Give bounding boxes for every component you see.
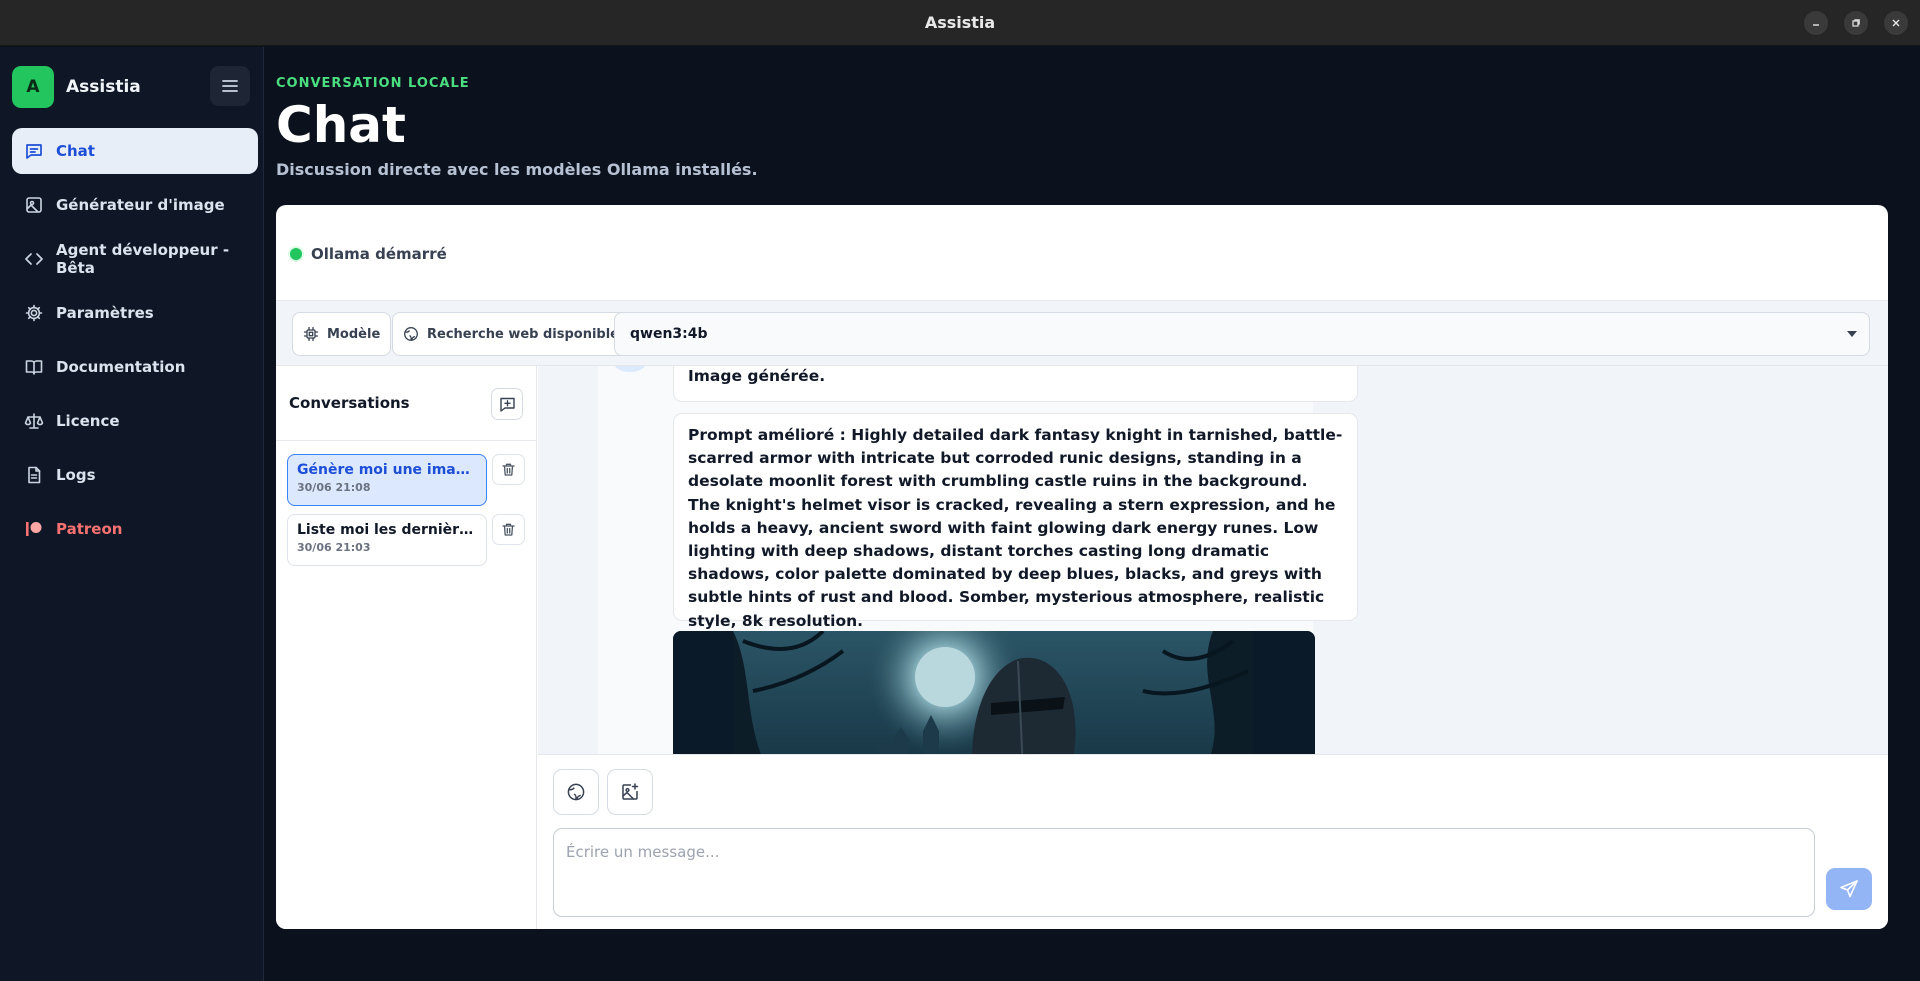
file-text-icon — [28, 466, 41, 484]
sidebar-item-label: Patreon — [56, 520, 123, 538]
sidebar-item-label: Licence — [56, 412, 120, 430]
image-plus-icon — [622, 783, 639, 800]
window-title: Assistia — [924, 13, 996, 32]
conversation-title: Liste moi les dernières a… — [297, 522, 477, 538]
chat-card: Ollama démarré Modèle Recherche web disp… — [276, 205, 1888, 929]
delete-conversation-button[interactable] — [492, 454, 525, 485]
minimize-button[interactable] — [1804, 11, 1828, 35]
close-button[interactable] — [1884, 11, 1908, 35]
sidebar-item-logs[interactable]: Logs — [12, 452, 258, 498]
message-plus-icon — [499, 397, 515, 412]
sidebar-nav: Chat Générateur d'image Agent développeu… — [12, 128, 258, 560]
window-controls — [1804, 11, 1908, 35]
page-title: Chat — [276, 96, 406, 154]
ollama-status: Ollama démarré — [290, 245, 447, 263]
globe-icon — [404, 327, 418, 341]
sidebar-item-documentation[interactable]: Documentation — [12, 344, 258, 390]
messages-area[interactable]: Image générée. Prompt amélioré : Highly … — [538, 366, 1888, 754]
message-composer — [538, 754, 1888, 929]
model-select-value: qwen3:4b — [630, 326, 708, 342]
message-text: Image générée. — [688, 367, 826, 385]
globe-icon — [567, 783, 585, 801]
delete-conversation-button[interactable] — [492, 514, 525, 545]
conversation-row: Génère moi une image d'… 30/06 21:08 — [287, 454, 527, 506]
generated-image[interactable] — [673, 631, 1315, 754]
send-button[interactable] — [1826, 868, 1872, 910]
model-select[interactable]: qwen3:4b — [614, 312, 1870, 356]
status-dot-icon — [290, 248, 302, 260]
sidebar-item-label: Documentation — [56, 358, 186, 376]
model-button-label: Modèle — [327, 326, 381, 342]
sidebar-item-label: Paramètres — [56, 304, 154, 322]
sidebar-item-label: Logs — [56, 466, 96, 484]
web-search-toggle-button[interactable] — [553, 769, 599, 815]
sidebar-item-label: Chat — [56, 142, 95, 160]
page-eyebrow: CONVERSATION LOCALE — [276, 76, 470, 91]
conversation-item[interactable]: Liste moi les dernières a… 30/06 21:03 — [287, 514, 487, 566]
hamburger-menu-icon — [222, 80, 238, 92]
new-conversation-button[interactable] — [491, 388, 523, 420]
sidebar-item-license[interactable]: Licence — [12, 398, 258, 444]
assistant-message: Image générée. — [673, 366, 1358, 402]
sidebar-item-patreon[interactable]: Patreon — [12, 506, 258, 552]
conversations-panel: Conversations Génère moi une image d'… 3… — [276, 366, 537, 929]
status-text: Ollama démarré — [311, 245, 447, 263]
scale-icon — [24, 413, 44, 429]
chat-icon — [26, 144, 42, 159]
sidebar-item-label: Générateur d'image — [56, 196, 225, 214]
conversation-title: Génère moi une image d'… — [297, 462, 477, 478]
message-input[interactable] — [553, 828, 1815, 917]
assistant-message: Prompt amélioré : Highly detailed dark f… — [673, 413, 1358, 630]
web-search-label: Recherche web disponible — [427, 326, 620, 342]
model-button[interactable]: Modèle — [292, 312, 392, 356]
conversation-date: 30/06 21:08 — [297, 481, 371, 494]
chat-toolbar: Modèle Recherche web disponible qwen3:4b — [276, 300, 1888, 366]
assistant-avatar — [614, 366, 646, 372]
conversation-date: 30/06 21:03 — [297, 541, 371, 554]
trash-icon — [502, 523, 515, 536]
brand: A Assistia — [12, 66, 141, 108]
close-icon — [1892, 19, 1900, 27]
sidebar-item-dev-agent[interactable]: Agent développeur - Bêta — [12, 236, 258, 282]
message-text: Prompt amélioré : Highly detailed dark f… — [688, 426, 1343, 630]
brand-name: Assistia — [66, 77, 141, 97]
patreon-icon — [26, 522, 42, 536]
cpu-icon — [303, 326, 319, 342]
conversations-title: Conversations — [289, 394, 410, 412]
message-thread: Image générée. Prompt amélioré : Highly … — [598, 366, 1358, 754]
chevron-down-icon — [1847, 331, 1857, 337]
restore-icon — [1852, 19, 1860, 27]
sidebar: A Assistia Chat Générateur d'image Agent… — [0, 47, 264, 981]
minimize-icon — [1813, 24, 1819, 26]
sidebar-item-chat[interactable]: Chat — [12, 128, 258, 174]
conversation-row: Liste moi les dernières a… 30/06 21:03 — [287, 514, 527, 566]
send-icon — [1840, 880, 1858, 898]
sidebar-item-image-generator[interactable]: Générateur d'image — [12, 182, 258, 228]
brand-logo: A — [12, 66, 54, 108]
sidebar-item-label: Agent développeur - Bêta — [56, 241, 230, 277]
gear-icon — [25, 304, 43, 322]
image-icon — [26, 197, 42, 213]
window-titlebar: Assistia — [0, 0, 1920, 46]
trash-icon — [502, 463, 515, 476]
image-generate-button[interactable] — [607, 769, 653, 815]
knight-image — [673, 631, 1315, 754]
code-icon — [25, 253, 43, 265]
conversations-header: Conversations — [276, 366, 536, 441]
sidebar-toggle-button[interactable] — [210, 66, 250, 106]
book-icon — [25, 360, 43, 375]
web-search-button[interactable]: Recherche web disponible — [392, 312, 631, 356]
conversation-item[interactable]: Génère moi une image d'… 30/06 21:08 — [287, 454, 487, 506]
maximize-button[interactable] — [1844, 11, 1868, 35]
sidebar-item-settings[interactable]: Paramètres — [12, 290, 258, 336]
page-subtitle: Discussion directe avec les modèles Olla… — [276, 160, 758, 179]
